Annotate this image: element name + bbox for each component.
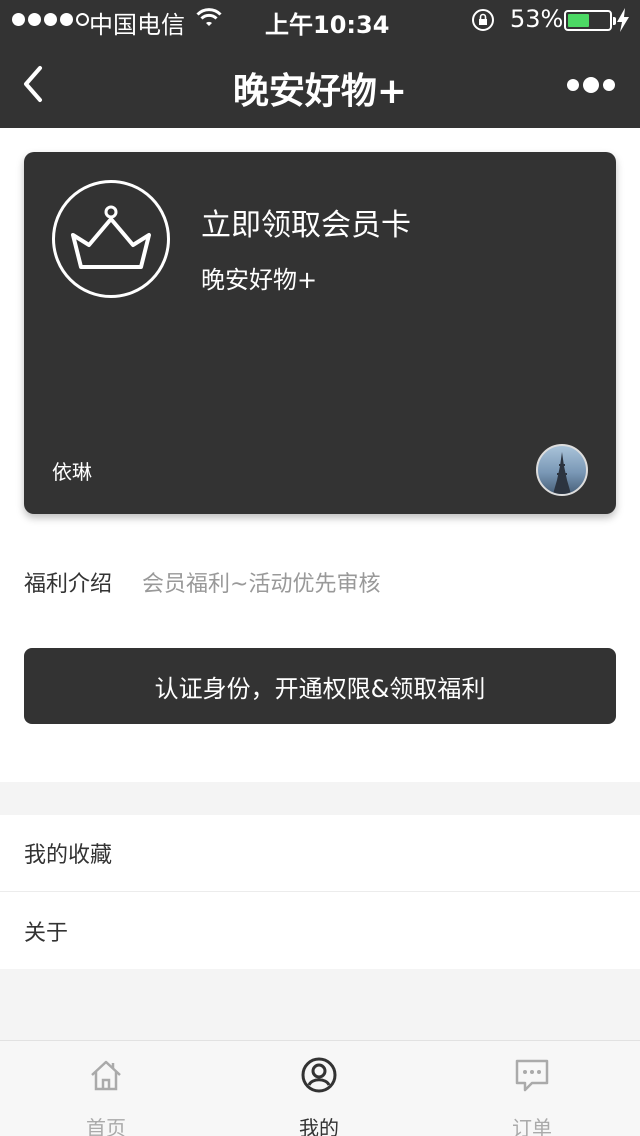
- tab-orders[interactable]: 订单: [472, 1041, 592, 1136]
- tab-profile[interactable]: 我的: [259, 1041, 379, 1136]
- tab-home[interactable]: 首页: [46, 1041, 166, 1136]
- card-subtitle: 晚安好物+: [201, 266, 318, 294]
- membership-card[interactable]: 立即领取会员卡 晚安好物+ 依琳: [24, 152, 616, 514]
- battery-icon: [564, 10, 616, 31]
- nav-bar: 晚安好物+: [0, 40, 640, 128]
- crown-icon: [52, 180, 170, 298]
- tab-bar: 首页 我的 订单: [0, 1040, 640, 1136]
- tab-orders-label: 订单: [512, 1116, 552, 1136]
- benefit-label: 福利介绍: [24, 572, 113, 597]
- profile-icon: [301, 1057, 337, 1093]
- tab-home-label: 首页: [86, 1116, 126, 1136]
- status-bar: 中国电信 上午10:34 53%: [0, 0, 640, 40]
- menu-list: 我的收藏 关于: [0, 815, 640, 969]
- status-time: 上午10:34: [265, 11, 390, 39]
- card-user-name: 依琳: [52, 460, 92, 484]
- charging-bolt-icon: [617, 8, 629, 32]
- verify-identity-button[interactable]: 认证身份，开通权限&领取福利: [24, 648, 616, 724]
- list-item-favorites[interactable]: 我的收藏: [0, 815, 640, 892]
- more-dots-icon[interactable]: [566, 76, 616, 94]
- home-icon: [91, 1060, 121, 1091]
- wifi-icon: [196, 8, 222, 26]
- card-title: 立即领取会员卡: [201, 208, 411, 243]
- main-content: 立即领取会员卡 晚安好物+ 依琳 福利介绍 会员福利~活动优先审核 认证身份，开通…: [0, 128, 640, 782]
- rotation-lock-icon: [472, 9, 494, 31]
- signal-dots-icon: [12, 13, 89, 26]
- top-bar: 中国电信 上午10:34 53% 晚安好物+: [0, 0, 640, 128]
- page-title: 晚安好物+: [232, 71, 408, 112]
- carrier-name: 中国电信: [89, 11, 185, 39]
- battery-percent: 53%: [510, 5, 564, 33]
- benefit-row: 福利介绍 会员福利~活动优先审核: [24, 566, 380, 598]
- benefit-value: 会员福利~活动优先审核: [142, 572, 381, 597]
- tab-profile-label: 我的: [299, 1116, 339, 1136]
- list-item-about[interactable]: 关于: [0, 892, 640, 969]
- avatar: [536, 444, 588, 496]
- chat-bubble-icon: [515, 1059, 549, 1092]
- app-screen: 中国电信 上午10:34 53% 晚安好物+ 立即领取会员卡 晚安好物+ 依琳 …: [0, 0, 640, 1136]
